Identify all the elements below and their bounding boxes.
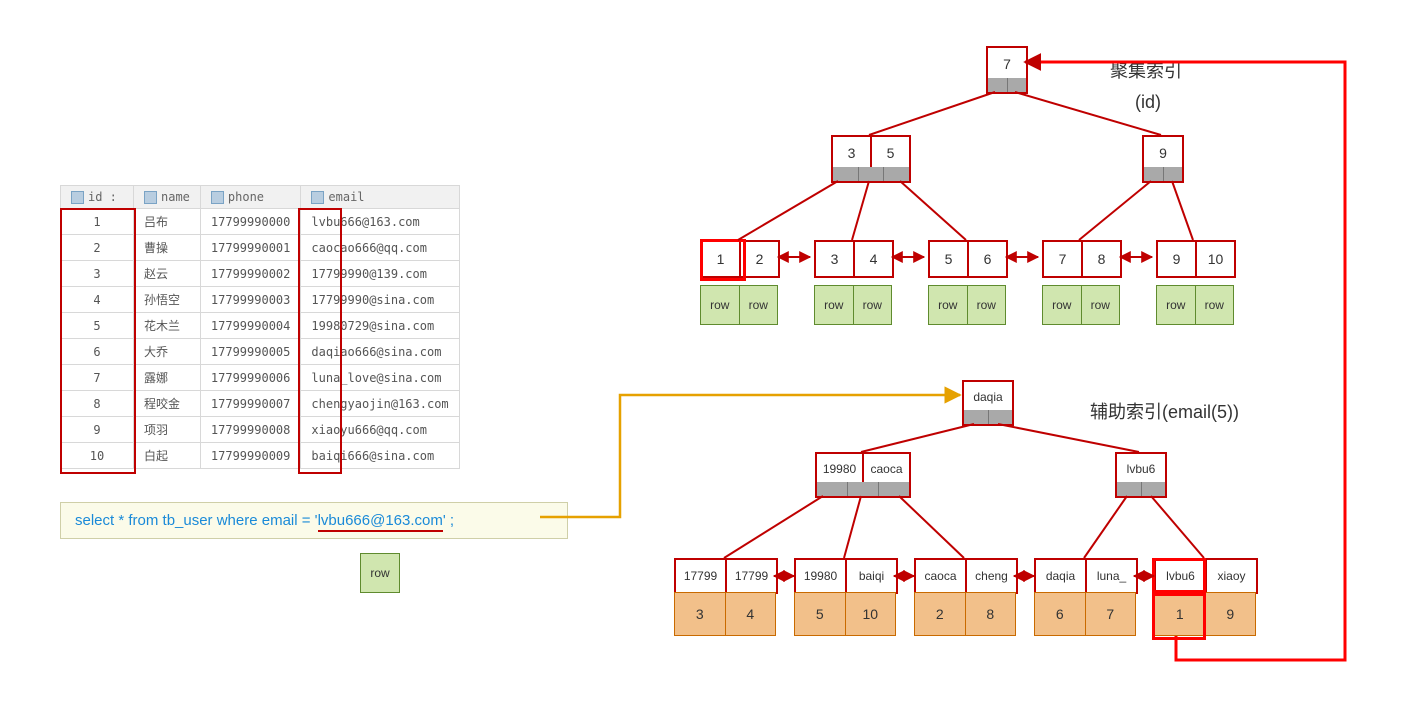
clustered-leaf-3-rows: rowrow [1042,285,1120,325]
cell-name: 孙悟空 [134,287,201,313]
sql-query: select * from tb_user where email = 'lvb… [60,502,568,539]
clustered-mid-1-keys: 9 [1142,135,1184,171]
legend-row-cell: row [360,553,400,593]
sql-text: select * from tb_user where email = ' [75,512,318,529]
clustered-leaf-1-rows: rowrow [814,285,892,325]
secondary-leaf-0-keys: 1779917799 [674,558,778,594]
clustered-mid-1-ptrs [1142,167,1184,183]
secondary-root-ptrs [962,410,1014,426]
clustered-leaf-2-rows: rowrow [928,285,1006,325]
highlight-clustered-1 [700,239,746,281]
clustered-root-keys: 7 [986,46,1028,82]
clustered-leaf-4-rows: rowrow [1156,285,1234,325]
cell-name: 花木兰 [134,313,201,339]
cell-phone: 17799990006 [200,365,300,391]
secondary-leaf-1-ids: 510 [794,592,896,636]
label-secondary-title: 辅助索引(email(5)) [1090,398,1239,424]
secondary-mid-0-keys: 19980caoca [815,452,911,486]
label-clustered-title: 聚集索引 [1110,57,1182,83]
col-id: id : [61,186,134,209]
secondary-mid-1-keys: lvbu6 [1115,452,1167,486]
secondary-leaf-3-ids: 67 [1034,592,1136,636]
highlight-id-col [60,208,136,474]
secondary-leaf-3-keys: daqialuna_ [1034,558,1138,594]
clustered-leaf-0-rows: rowrow [700,285,778,325]
clustered-mid-0-keys: 35 [831,135,911,171]
cell-name: 程咬金 [134,391,201,417]
cell-name: 吕布 [134,209,201,235]
cell-name: 露娜 [134,365,201,391]
cell-name: 白起 [134,443,201,469]
label-clustered-sub: (id) [1135,92,1161,113]
cell-name: 大乔 [134,339,201,365]
clustered-root-ptrs [986,78,1028,94]
highlight-id1 [1152,590,1206,640]
secondary-mid-1-ptrs [1115,482,1167,498]
secondary-leaf-1-keys: 19980baiqi [794,558,898,594]
clustered-leaf-3-keys: 78 [1042,240,1122,278]
highlight-email-prefix [298,208,342,474]
col-phone: phone [200,186,300,209]
cell-phone: 17799990003 [200,287,300,313]
clustered-leaf-4-keys: 910 [1156,240,1236,278]
clustered-leaf-2-keys: 56 [928,240,1008,278]
cell-phone: 17799990001 [200,235,300,261]
secondary-root-keys: daqia [962,380,1014,414]
cell-phone: 17799990000 [200,209,300,235]
cell-phone: 17799990005 [200,339,300,365]
cell-phone: 17799990009 [200,443,300,469]
secondary-leaf-0-ids: 34 [674,592,776,636]
secondary-mid-0-ptrs [815,482,911,498]
cell-name: 赵云 [134,261,201,287]
cell-phone: 17799990007 [200,391,300,417]
col-email: email [301,186,459,209]
cell-phone: 17799990004 [200,313,300,339]
cell-phone: 17799990002 [200,261,300,287]
clustered-mid-0-ptrs [831,167,911,183]
clustered-leaf-1-keys: 34 [814,240,894,278]
cell-name: 曹操 [134,235,201,261]
col-name: name [134,186,201,209]
cell-phone: 17799990008 [200,417,300,443]
sql-highlight: lvbu666@163.com [318,512,443,532]
cell-name: 项羽 [134,417,201,443]
secondary-leaf-2-keys: caocacheng [914,558,1018,594]
secondary-leaf-2-ids: 28 [914,592,1016,636]
